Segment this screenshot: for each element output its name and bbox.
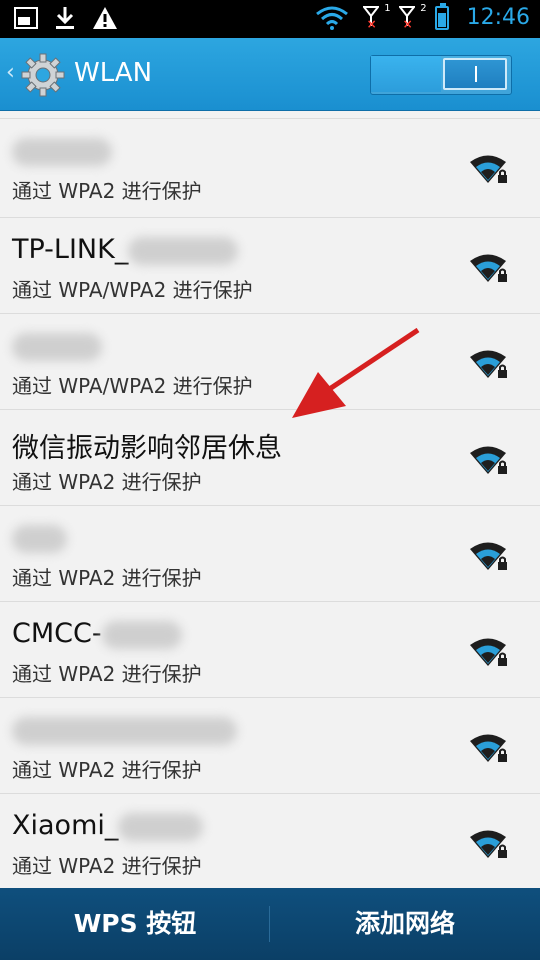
- back-chevron-icon[interactable]: ‹: [6, 60, 15, 85]
- warning-icon: [93, 7, 117, 29]
- page-title: WLAN: [74, 58, 153, 88]
- network-name: 微信振动影响邻居休息: [12, 433, 282, 464]
- network-security: 通过 WPA/WPA2 进行保护: [12, 278, 253, 302]
- network-security: 通过 WPA/WPA2 进行保护: [12, 374, 253, 398]
- network-security: 通过 WPA2 进行保护: [12, 470, 202, 494]
- wifi-locked-icon: [470, 734, 507, 762]
- wifi-locked-icon: [470, 254, 507, 282]
- signal-sim1-icon: 1 ×: [361, 3, 391, 31]
- status-right-icons: 1 × 2 × 12:46: [315, 2, 530, 31]
- network-item[interactable]: 微信振动影响邻居休息 通过 WPA2 进行保护: [0, 410, 540, 506]
- action-bar: ‹ WLAN: [0, 38, 540, 111]
- annotation-arrow-icon: [292, 327, 420, 418]
- sim2-label: 2: [420, 2, 427, 14]
- network-name: [12, 522, 67, 553]
- screen-icon: [14, 7, 38, 29]
- blurred-ssid: [101, 620, 182, 649]
- network-list: 通过 WPA2 进行保护 TP-LINK_ 通过 WPA/WPA2 进行保护 通…: [0, 118, 540, 888]
- status-time: 12:46: [466, 5, 530, 30]
- wifi-locked-icon: [470, 446, 507, 474]
- network-item[interactable]: TP-LINK_ 通过 WPA/WPA2 进行保护: [0, 218, 540, 314]
- network-item[interactable]: 通过 WPA2 进行保护: [0, 506, 540, 602]
- switch-knob[interactable]: [443, 58, 507, 90]
- wifi-locked-icon: [470, 155, 507, 183]
- network-security: 通过 WPA2 进行保护: [12, 566, 202, 590]
- blurred-ssid: [12, 524, 67, 553]
- blurred-ssid: [12, 332, 102, 361]
- network-name: Xiaomi_: [12, 810, 204, 841]
- network-item[interactable]: CMCC- 通过 WPA2 进行保护: [0, 602, 540, 698]
- wifi-locked-icon: [470, 638, 507, 666]
- wps-button[interactable]: WPS 按钮: [0, 888, 270, 960]
- network-item[interactable]: 通过 WPA2 进行保护: [0, 698, 540, 794]
- wifi-icon: [315, 6, 348, 30]
- wifi-locked-icon: [470, 830, 507, 858]
- network-name: [12, 135, 112, 166]
- battery-icon: [434, 2, 449, 30]
- no-signal-mark: ×: [366, 16, 377, 31]
- signal-sim2-icon: 2 ×: [397, 3, 427, 31]
- no-signal-mark: ×: [402, 16, 413, 31]
- switch-off-track: [371, 56, 441, 92]
- blurred-ssid: [12, 137, 112, 166]
- network-item[interactable]: 通过 WPA2 进行保护: [0, 118, 540, 218]
- network-item[interactable]: 通过 WPA/WPA2 进行保护: [0, 314, 540, 410]
- gear-icon[interactable]: [20, 52, 66, 98]
- blurred-ssid: [118, 812, 204, 841]
- add-network-button[interactable]: 添加网络: [270, 888, 540, 960]
- bottom-action-bar: WPS 按钮 添加网络: [0, 888, 540, 960]
- network-name: [12, 714, 237, 745]
- blurred-ssid: [12, 716, 237, 745]
- sim1-label: 1: [384, 2, 391, 14]
- network-name: [12, 330, 102, 361]
- network-security: 通过 WPA2 进行保护: [12, 758, 202, 782]
- status-bar: 1 × 2 × 12:46: [0, 0, 540, 38]
- network-security: 通过 WPA2 进行保护: [12, 662, 202, 686]
- network-security: 通过 WPA2 进行保护: [12, 179, 202, 203]
- status-left-icons: [14, 6, 118, 30]
- network-name: CMCC-: [12, 618, 182, 649]
- download-icon: [56, 7, 74, 29]
- blurred-ssid: [128, 236, 239, 265]
- network-security: 通过 WPA2 进行保护: [12, 854, 202, 878]
- wlan-toggle-switch[interactable]: [370, 55, 512, 95]
- wifi-locked-icon: [470, 542, 507, 570]
- network-name: TP-LINK_: [12, 234, 239, 265]
- wifi-locked-icon: [470, 350, 507, 378]
- network-item[interactable]: Xiaomi_ 通过 WPA2 进行保护: [0, 794, 540, 888]
